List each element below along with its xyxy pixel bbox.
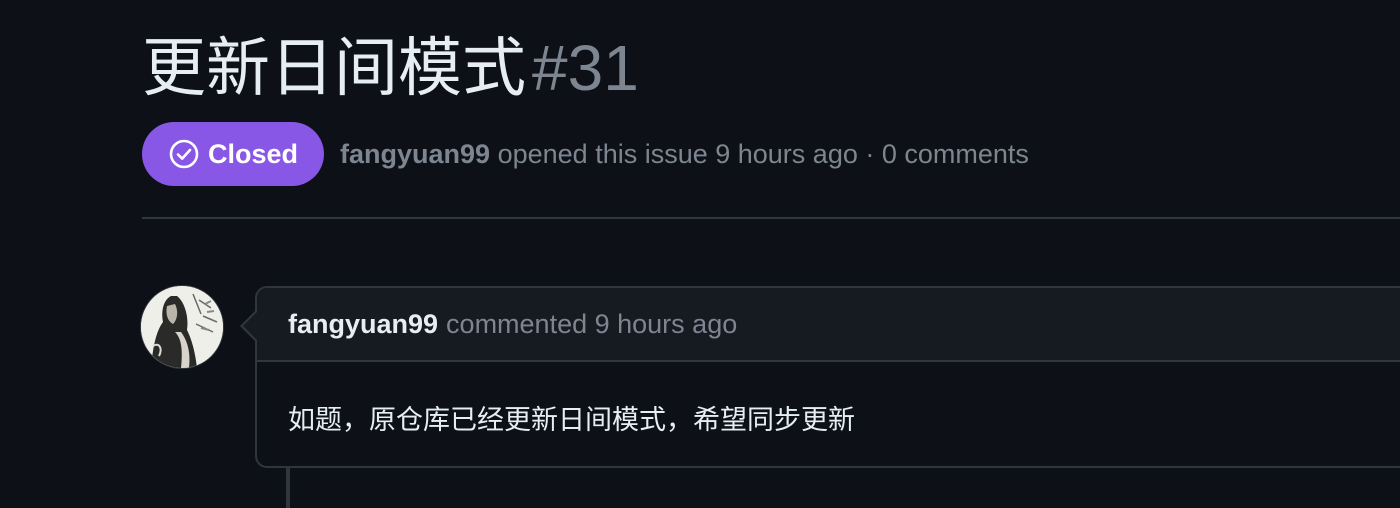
status-badge-label: Closed xyxy=(208,138,299,169)
issue-opened-text: opened this issue 9 hours ago · 0 commen… xyxy=(497,138,1029,169)
issue-page: 更新日间模式#31 Closed fangyuan99 opened this … xyxy=(0,0,1400,508)
issue-meta-text: fangyuan99 opened this issue 9 hours ago… xyxy=(340,139,1029,170)
comment-timestamp[interactable]: commented 9 hours ago xyxy=(446,309,737,340)
comment-card: fangyuan99 commented 9 hours ago 如题，原仓库已… xyxy=(255,286,1400,468)
comment-author-link[interactable]: fangyuan99 xyxy=(288,309,438,340)
timeline-line xyxy=(286,468,290,508)
comment-caret-fill xyxy=(243,312,257,340)
issue-title: 更新日间模式#31 xyxy=(142,26,639,111)
issue-number: #31 xyxy=(532,32,639,104)
issue-meta: Closed fangyuan99 opened this issue 9 ho… xyxy=(142,122,1029,186)
issue-title-text: 更新日间模式 xyxy=(142,32,526,106)
user-avatar-icon[interactable] xyxy=(141,286,223,368)
issue-author-link[interactable]: fangyuan99 xyxy=(340,139,490,169)
header-divider xyxy=(142,217,1400,219)
comment-body: 如题，原仓库已经更新日间模式，希望同步更新 xyxy=(288,405,855,436)
comment-header: fangyuan99 commented 9 hours ago xyxy=(257,288,1400,362)
status-badge: Closed xyxy=(142,122,325,186)
check-circle-icon xyxy=(168,138,200,170)
